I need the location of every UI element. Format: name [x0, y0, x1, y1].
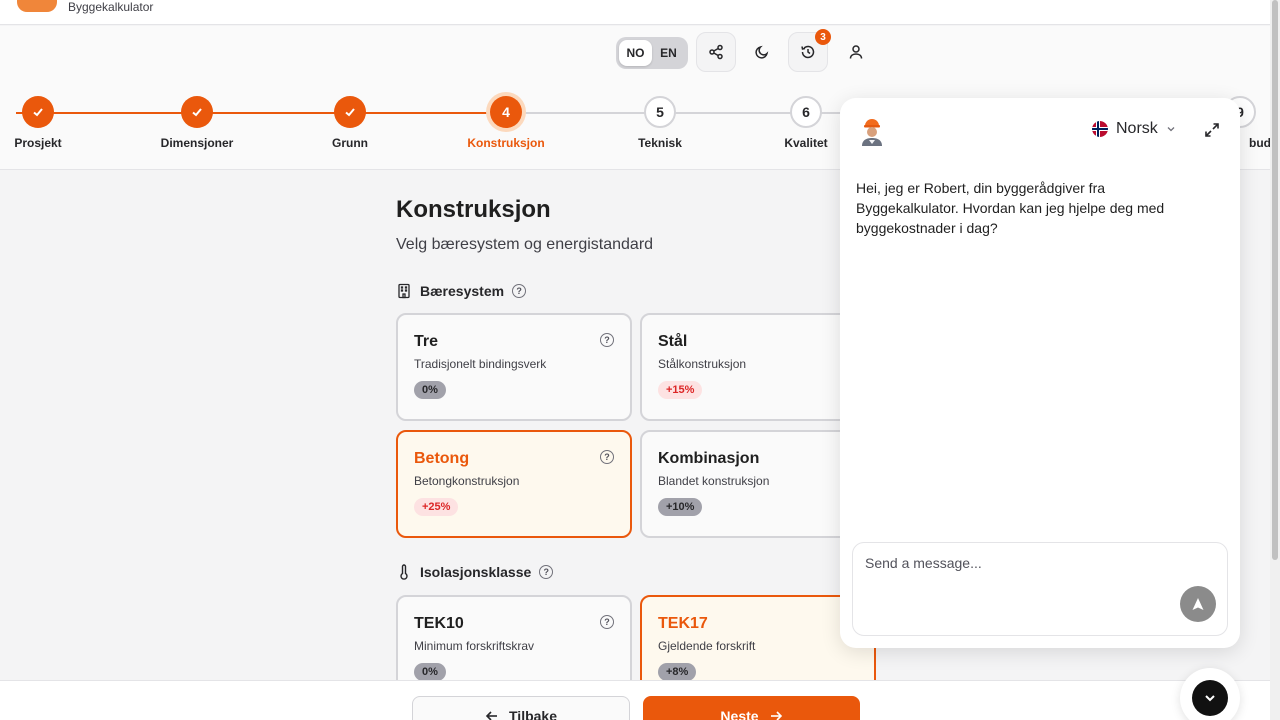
section-heading: Isolasjonsklasse — [420, 564, 532, 580]
lang-no-button[interactable]: NO — [619, 40, 652, 66]
step-label: Teknisk — [638, 136, 682, 150]
help-icon[interactable]: ? — [600, 450, 614, 464]
chat-composer — [852, 542, 1228, 636]
language-label: Norsk — [1116, 120, 1158, 137]
dark-mode-button[interactable] — [742, 32, 782, 72]
chat-panel: Norsk Hei, jeg er Robert, din byggerådgi… — [840, 98, 1240, 648]
option-title: Tre — [414, 333, 439, 350]
option-title: TEK17 — [658, 615, 708, 632]
back-button[interactable]: Tilbake — [412, 696, 630, 720]
section-isolasjonsklasse: Isolasjonsklasse ? — [396, 564, 554, 580]
step-konstruksjon[interactable]: 4 Konstruksjon — [446, 96, 566, 150]
cost-badge: +10% — [658, 498, 703, 516]
top-bar: Byggekalkulator — [0, 0, 1280, 25]
page-title: Konstruksjon — [396, 196, 551, 223]
chevron-down-icon — [1205, 695, 1215, 702]
lang-en-button[interactable]: EN — [652, 40, 685, 66]
option-desc: Blandet konstruksjon — [658, 474, 770, 488]
chat-message: Hei, jeg er Robert, din byggerådgiver fr… — [856, 180, 1165, 236]
check-icon — [22, 96, 54, 128]
option-desc: Minimum forskriftskrav — [414, 639, 535, 653]
norway-flag-icon — [1092, 121, 1108, 137]
option-tre[interactable]: Tre Tradisjonelt bindingsverk 0% ? — [396, 313, 632, 421]
help-icon[interactable]: ? — [600, 615, 614, 629]
section-baeresystem: Bæresystem ? — [396, 283, 527, 299]
chevron-down-icon — [1167, 127, 1175, 132]
option-desc: Tradisjonelt bindingsverk — [414, 357, 547, 371]
cost-badge: 0% — [414, 663, 446, 681]
scrollbar-thumb[interactable] — [1272, 0, 1278, 560]
message-input[interactable] — [865, 555, 1165, 571]
step-number: 6 — [790, 96, 822, 128]
building-icon — [398, 283, 410, 299]
section-heading: Bæresystem — [420, 283, 505, 299]
brand-name: Byggekalkulator — [68, 0, 154, 14]
step-label: Dimensjoner — [160, 136, 234, 150]
moon-icon — [755, 45, 769, 59]
send-icon — [1192, 598, 1204, 610]
chat-toggle-button[interactable] — [1192, 680, 1228, 716]
language-toggle[interactable]: NO EN — [616, 37, 688, 69]
chat-toggle-wrapper — [1180, 668, 1240, 720]
page-subtitle: Velg bæresystem og energistandard — [396, 236, 654, 253]
option-desc: Betongkonstruksjon — [414, 474, 520, 488]
option-title: Betong — [414, 450, 470, 467]
footer-bar — [0, 680, 1280, 720]
cost-badge: +8% — [658, 663, 697, 681]
step-number: 5 — [644, 96, 676, 128]
option-title: Stål — [658, 333, 688, 350]
option-title: TEK10 — [414, 615, 464, 632]
help-icon[interactable]: ? — [512, 284, 527, 298]
step-grunn[interactable]: Grunn — [290, 96, 410, 150]
step-prosjekt[interactable]: Prosjekt — [0, 96, 98, 150]
step-dimensjoner[interactable]: Dimensjoner — [137, 96, 257, 150]
expand-icon[interactable] — [1204, 122, 1220, 138]
cost-badge: +15% — [658, 381, 703, 399]
profile-button[interactable] — [836, 32, 876, 72]
step-label: Grunn — [332, 136, 368, 150]
history-icon — [801, 45, 815, 59]
next-label: Neste — [720, 708, 759, 720]
step-teknisk[interactable]: 5 Teknisk — [600, 96, 720, 150]
arrow-right-icon — [770, 711, 782, 720]
option-betong[interactable]: Betong Betongkonstruksjon +25% ? — [396, 430, 632, 538]
app-logo[interactable] — [17, 0, 57, 12]
cost-badge: 0% — [414, 381, 446, 399]
help-icon[interactable]: ? — [539, 565, 554, 579]
step-number: 4 — [490, 96, 522, 128]
cost-badge: +25% — [414, 498, 459, 516]
back-label: Tilbake — [509, 708, 557, 720]
thermometer-icon — [400, 564, 408, 580]
next-button[interactable]: Neste — [643, 696, 860, 720]
share-icon — [709, 44, 723, 60]
step-label: Konstruksjon — [467, 136, 545, 150]
check-icon — [181, 96, 213, 128]
help-icon[interactable]: ? — [600, 333, 614, 347]
advisor-avatar — [856, 114, 888, 146]
language-select[interactable]: Norsk — [1092, 120, 1176, 138]
user-icon — [849, 45, 863, 59]
arrow-left-icon — [485, 711, 497, 720]
option-title: Kombinasjon — [658, 450, 760, 467]
step-label: Prosjekt — [14, 136, 62, 150]
option-desc: Gjeldende forskrift — [658, 639, 756, 653]
check-icon — [334, 96, 366, 128]
history-count-badge: 3 — [815, 29, 831, 45]
send-button[interactable] — [1180, 586, 1216, 622]
share-button[interactable] — [696, 32, 736, 72]
option-desc: Stålkonstruksjon — [658, 357, 747, 371]
history-button[interactable]: 3 — [788, 29, 831, 72]
